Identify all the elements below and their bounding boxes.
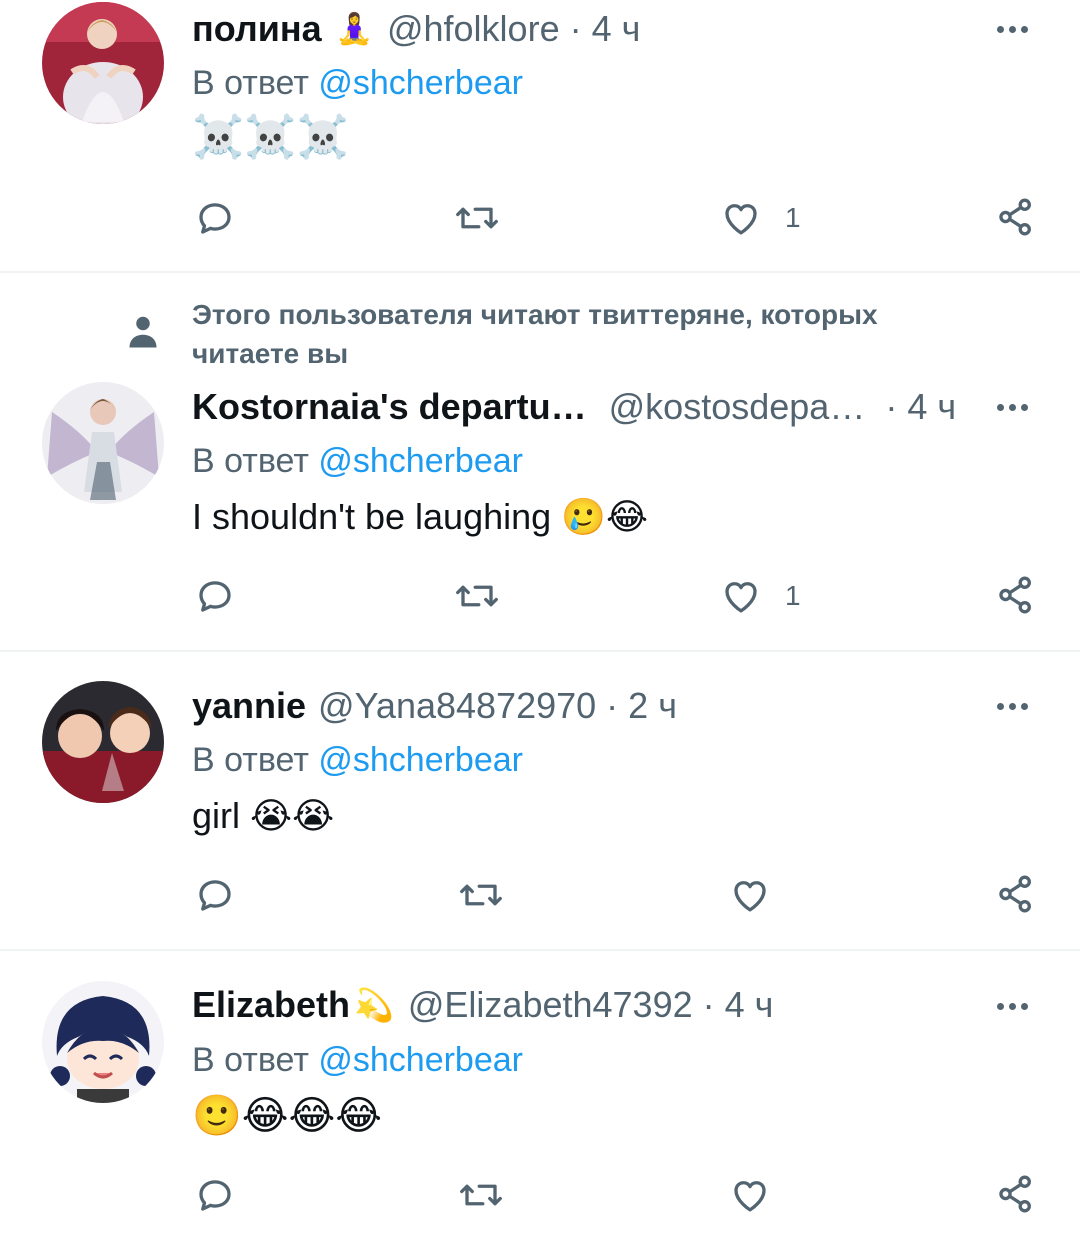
- share-button[interactable]: [995, 195, 1037, 239]
- separator-dot: ·: [885, 386, 898, 427]
- reply-icon: [199, 203, 231, 234]
- timestamp[interactable]: 4 ч: [725, 984, 774, 1026]
- user-handle[interactable]: @Elizabeth47392: [408, 984, 693, 1026]
- reply-context: В ответ @shcherbear: [192, 442, 523, 481]
- reply-prefix: В ответ: [192, 741, 309, 779]
- separator-dot: ·: [702, 984, 715, 1025]
- user-handle[interactable]: @kostosdepa…: [609, 386, 866, 428]
- social-context: Этого пользователя читают твиттеряне, ко…: [192, 299, 878, 369]
- tweet-text: I shouldn't be laughing 🥲😂: [192, 496, 648, 538]
- share-icon: [999, 1175, 1031, 1213]
- like-icon: [725, 204, 757, 235]
- mention-link[interactable]: @shcherbear: [318, 64, 523, 102]
- separator-dot: ·: [606, 685, 619, 726]
- retweet-icon: [456, 585, 498, 607]
- tweet-header: Elizabeth 💫 @Elizabeth47392 · 4 ч: [192, 981, 773, 1029]
- reply-prefix: В ответ: [192, 442, 309, 480]
- user-handle[interactable]: @hfolklore: [387, 8, 560, 50]
- display-name[interactable]: Kostornaia's departu…: [192, 386, 587, 428]
- user-handle[interactable]: @Yana84872970: [318, 685, 596, 727]
- avatar[interactable]: [42, 382, 164, 504]
- display-name[interactable]: yannie: [192, 685, 306, 727]
- retweet-icon: [456, 207, 498, 229]
- retweet-icon: [460, 884, 502, 906]
- reply-prefix: В ответ: [192, 1041, 309, 1079]
- reply-icon: [199, 880, 231, 911]
- mention-link[interactable]: @shcherbear: [318, 1041, 523, 1079]
- name-emoji: 💫: [354, 986, 394, 1024]
- avatar[interactable]: [42, 981, 164, 1103]
- reply-context: В ответ @shcherbear: [192, 64, 523, 103]
- like-count: 1: [785, 202, 801, 233]
- reply-prefix: В ответ: [192, 64, 309, 102]
- reply-button[interactable]: [194, 1174, 236, 1216]
- timestamp[interactable]: 4 ч: [907, 386, 956, 428]
- like-icon: [734, 1181, 766, 1212]
- more-icon[interactable]: [997, 996, 1037, 1016]
- share-icon: [999, 198, 1031, 236]
- like-button[interactable]: [728, 1174, 794, 1216]
- retweet-button[interactable]: [458, 874, 504, 916]
- reply-context: В ответ @shcherbear: [192, 741, 523, 780]
- like-button[interactable]: [728, 874, 794, 916]
- reply-button[interactable]: [194, 575, 236, 617]
- retweet-icon: [460, 1184, 502, 1206]
- display-name[interactable]: Elizabeth: [192, 984, 350, 1026]
- tweet-text-content: I shouldn't be laughing: [192, 496, 552, 537]
- more-icon[interactable]: [997, 19, 1037, 39]
- tweet-text: 🙂😂😂😂: [192, 1093, 383, 1139]
- like-button[interactable]: 1: [719, 197, 801, 239]
- name-emoji: 🧘‍♀️: [335, 11, 373, 47]
- avatar[interactable]: [42, 681, 164, 803]
- separator-dot: ·: [569, 8, 582, 49]
- tweet-header: yannie @Yana84872970 · 2 ч: [192, 682, 677, 730]
- reply-button[interactable]: [194, 874, 236, 916]
- mention-link[interactable]: @shcherbear: [318, 442, 523, 480]
- like-count: 1: [785, 580, 801, 611]
- share-button[interactable]: [995, 1172, 1037, 1216]
- tweet-text-content: girl: [192, 795, 241, 836]
- like-icon: [734, 881, 766, 912]
- share-button[interactable]: [995, 872, 1037, 916]
- more-icon[interactable]: [997, 696, 1037, 716]
- tweet-text: girl 😭😭: [192, 795, 334, 837]
- timestamp[interactable]: 2 ч: [628, 685, 677, 727]
- timestamp[interactable]: 4 ч: [592, 8, 641, 50]
- reply-icon: [199, 581, 231, 612]
- tweet-text: ☠️☠️☠️: [192, 112, 349, 161]
- like-button[interactable]: 1: [719, 575, 801, 617]
- retweet-button[interactable]: [454, 575, 500, 617]
- tweet-emoji: 😭😭: [250, 796, 335, 837]
- share-icon: [999, 875, 1031, 913]
- share-button[interactable]: [995, 573, 1037, 617]
- more-icon[interactable]: [997, 397, 1037, 417]
- reply-button[interactable]: [194, 197, 236, 239]
- tweet-emoji: 🥲😂: [561, 497, 649, 538]
- retweet-button[interactable]: [458, 1174, 504, 1216]
- tweet[interactable]: полина 🧘‍♀️ @hfolklore · 4 ч В ответ @sh…: [0, 0, 1080, 272]
- avatar[interactable]: [42, 2, 164, 124]
- share-icon: [999, 576, 1031, 614]
- retweet-button[interactable]: [454, 197, 500, 239]
- person-icon: [129, 316, 157, 348]
- display-name[interactable]: полина: [192, 8, 322, 50]
- reply-context: В ответ @shcherbear: [192, 1041, 523, 1080]
- like-icon: [725, 582, 757, 613]
- tweet-header: Kostornaia's departu… @kostosdepa… · 4 ч: [192, 383, 956, 431]
- tweet-header: полина 🧘‍♀️ @hfolklore · 4 ч: [192, 5, 640, 53]
- reply-icon: [199, 1180, 231, 1211]
- mention-link[interactable]: @shcherbear: [318, 741, 523, 779]
